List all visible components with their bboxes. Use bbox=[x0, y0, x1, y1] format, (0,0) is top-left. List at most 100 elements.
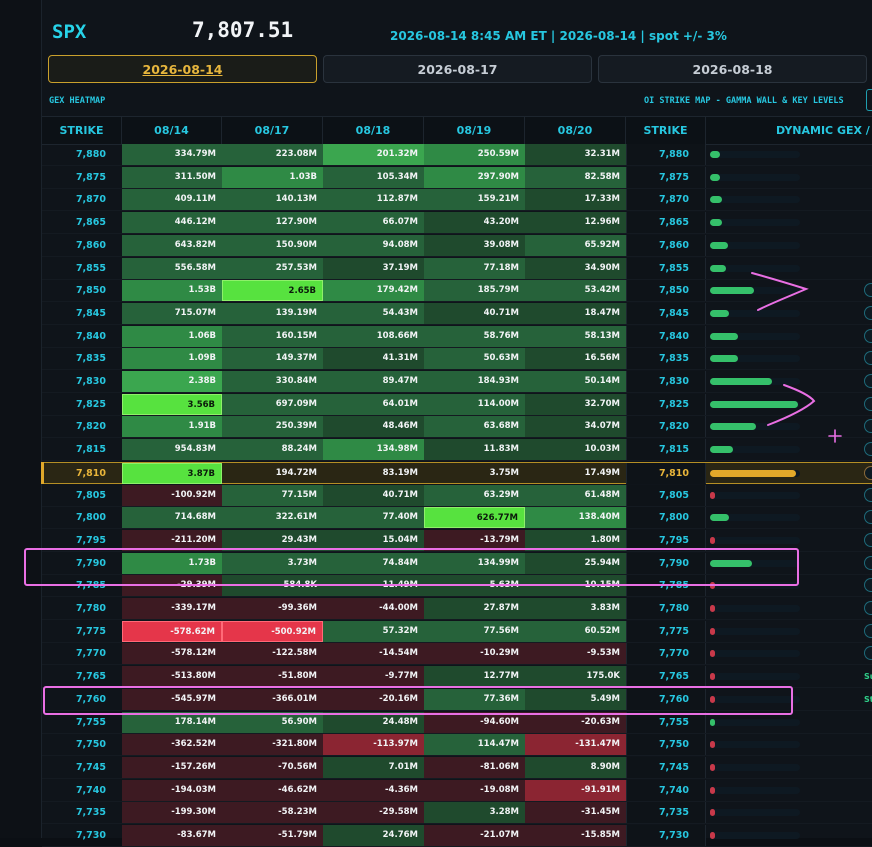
gex-cell[interactable]: 134.99M bbox=[424, 552, 525, 574]
gex-cell[interactable]: 139.19M bbox=[222, 302, 323, 324]
gex-cell[interactable]: -211.20M bbox=[122, 529, 222, 551]
col-expiry-0818[interactable]: 08/18 bbox=[323, 117, 424, 144]
gex-cell[interactable]: 178.14M bbox=[122, 711, 222, 733]
gex-cell[interactable]: 2.65B bbox=[222, 280, 323, 302]
level-badge[interactable] bbox=[864, 442, 872, 457]
gex-cell[interactable]: 89.47M bbox=[323, 371, 424, 392]
col-expiry-0817[interactable]: 08/17 bbox=[222, 117, 323, 144]
gex-cell[interactable]: 40.71M bbox=[424, 302, 525, 324]
gex-cell[interactable]: -157.26M bbox=[122, 756, 222, 778]
gex-cell[interactable]: 297.90M bbox=[424, 166, 525, 188]
table-row[interactable]: 7,850 1.53B 2.65B 179.42M 185.79M 53.42M 7,850 bbox=[42, 280, 872, 303]
gex-cell[interactable]: 54.43M bbox=[323, 302, 424, 324]
col-dynamic-gex[interactable]: DYNAMIC GEX / ST bbox=[706, 117, 872, 144]
table-row[interactable]: 7,785 -29.39M 584.8K 11.49M 5.63M 10.15M 7,785 bbox=[42, 575, 872, 598]
gex-cell[interactable]: 114.00M bbox=[424, 393, 525, 415]
gex-cell[interactable]: -15.85M bbox=[525, 825, 626, 846]
gex-cell[interactable]: 3.87B bbox=[122, 462, 222, 484]
gex-cell[interactable]: 41.31M bbox=[323, 348, 424, 370]
table-row[interactable]: 7,865 446.12M 127.90M 66.07M 43.20M 12.96M 7,8… bbox=[42, 212, 872, 235]
gex-cell[interactable]: 40.71M bbox=[323, 484, 424, 506]
table-row[interactable]: 7,790 1.73B 3.73M 74.84M 134.99M 25.94M 7,790 bbox=[42, 552, 872, 575]
gex-cell[interactable]: -99.36M bbox=[222, 598, 323, 619]
gex-cell[interactable]: -31.45M bbox=[525, 802, 626, 824]
gex-cell[interactable]: 626.77M bbox=[424, 507, 525, 529]
gex-cell[interactable]: -339.17M bbox=[122, 598, 222, 619]
gex-cell[interactable]: 556.58M bbox=[122, 257, 222, 279]
table-row[interactable]: 7,800 714.68M 322.61M 77.40M 626.77M 138.40M 7… bbox=[42, 507, 872, 530]
gex-cell[interactable]: 57.32M bbox=[323, 620, 424, 642]
gex-cell[interactable]: -131.47M bbox=[525, 734, 626, 756]
level-badge[interactable] bbox=[864, 578, 872, 593]
table-row[interactable]: 7,795 -211.20M 29.43M 15.04M -13.79M 1.80M 7,7… bbox=[42, 529, 872, 552]
gex-cell[interactable]: 150.90M bbox=[222, 234, 323, 256]
table-row[interactable]: 7,735 -199.30M -58.23M -29.58M 3.28M -31.45M 7… bbox=[42, 802, 872, 825]
gex-cell[interactable]: -578.12M bbox=[122, 643, 222, 665]
gex-cell[interactable]: 60.52M bbox=[525, 620, 626, 642]
col-expiry-0819[interactable]: 08/19 bbox=[424, 117, 525, 144]
gex-cell[interactable]: 5.49M bbox=[525, 688, 626, 710]
gex-cell[interactable]: -94.60M bbox=[424, 711, 525, 733]
gex-cell[interactable]: 66.07M bbox=[323, 212, 424, 234]
gex-cell[interactable]: 77.18M bbox=[424, 257, 525, 279]
gex-cell[interactable]: 17.49M bbox=[525, 463, 626, 484]
level-badge[interactable] bbox=[864, 601, 872, 615]
gex-cell[interactable]: 185.79M bbox=[424, 280, 525, 302]
gex-cell[interactable]: -113.97M bbox=[323, 734, 424, 756]
level-badge[interactable] bbox=[864, 510, 872, 525]
level-badge[interactable] bbox=[864, 374, 872, 388]
gex-cell[interactable]: 1.91B bbox=[122, 416, 222, 438]
gex-cell[interactable]: -9.53M bbox=[525, 643, 626, 665]
gex-cell[interactable]: 77.15M bbox=[222, 484, 323, 506]
gex-cell[interactable]: 160.15M bbox=[222, 325, 323, 347]
gex-cell[interactable]: 34.90M bbox=[525, 257, 626, 279]
table-row[interactable]: 7,860 643.82M 150.90M 94.08M 39.08M 65.92M 7,8… bbox=[42, 234, 872, 257]
gex-cell[interactable]: 50.63M bbox=[424, 348, 525, 370]
gex-cell[interactable]: 83.19M bbox=[323, 463, 424, 484]
level-badge[interactable] bbox=[864, 487, 872, 502]
gex-cell[interactable]: -21.07M bbox=[424, 825, 525, 846]
gex-cell[interactable]: 63.29M bbox=[424, 484, 525, 506]
table-row[interactable]: 7,845 715.07M 139.19M 54.43M 40.71M 18.47M 7,8… bbox=[42, 302, 872, 325]
gex-cell[interactable]: -20.16M bbox=[323, 688, 424, 710]
gex-cell[interactable]: -81.06M bbox=[424, 756, 525, 778]
col-expiry-0820[interactable]: 08/20 bbox=[525, 117, 626, 144]
gex-cell[interactable]: 74.84M bbox=[323, 552, 424, 574]
gex-cell[interactable]: 1.73B bbox=[122, 552, 222, 574]
gex-cell[interactable]: 201.32M bbox=[323, 144, 424, 165]
gex-cell[interactable]: 3.56B bbox=[122, 393, 222, 415]
gex-cell[interactable]: -83.67M bbox=[122, 825, 222, 846]
gex-cell[interactable]: 77.36M bbox=[424, 688, 525, 710]
table-row[interactable]: 7,880 334.79M 223.08M 201.32M 250.59M 32.31M 7… bbox=[42, 144, 872, 166]
gex-cell[interactable]: 63.68M bbox=[424, 416, 525, 438]
table-row[interactable]: 7,745 -157.26M -70.56M 7.01M -81.06M 8.90M 7,7… bbox=[42, 756, 872, 779]
gex-cell[interactable]: 37.19M bbox=[323, 257, 424, 279]
table-row[interactable]: 7,820 1.91B 250.39M 48.46M 63.68M 34.07M 7,820 bbox=[42, 416, 872, 439]
table-row[interactable]: 7,740 -194.03M -46.62M -4.36M -19.08M -91.91M… bbox=[42, 779, 872, 802]
gex-cell[interactable]: 3.28M bbox=[424, 802, 525, 824]
gex-cell[interactable]: 77.40M bbox=[323, 507, 424, 529]
gex-cell[interactable]: 5.63M bbox=[424, 575, 525, 597]
gex-cell[interactable]: -366.01M bbox=[222, 688, 323, 710]
gex-cell[interactable]: -58.23M bbox=[222, 802, 323, 824]
table-row[interactable]: 7,775 -578.62M -500.92M 57.32M 77.56M 60.52M 7… bbox=[42, 620, 872, 643]
gex-cell[interactable]: 1.09B bbox=[122, 348, 222, 370]
gex-cell[interactable]: 446.12M bbox=[122, 212, 222, 234]
table-row[interactable]: 7,815 954.83M 88.24M 134.98M 11.83M 10.03M 7,8… bbox=[42, 439, 872, 462]
level-badge[interactable] bbox=[864, 555, 872, 570]
gex-cell[interactable]: 32.31M bbox=[525, 144, 626, 165]
gex-cell[interactable]: 138.40M bbox=[525, 507, 626, 529]
gex-cell[interactable]: -4.36M bbox=[323, 779, 424, 801]
gex-cell[interactable]: 223.08M bbox=[222, 144, 323, 165]
gex-cell[interactable]: 58.76M bbox=[424, 325, 525, 347]
gex-cell[interactable]: 10.15M bbox=[525, 575, 626, 597]
gex-cell[interactable]: 32.70M bbox=[525, 393, 626, 415]
gex-cell[interactable]: 29.43M bbox=[222, 529, 323, 551]
gex-cell[interactable]: -194.03M bbox=[122, 779, 222, 801]
gex-cell[interactable]: 175.0K bbox=[525, 666, 626, 688]
table-row[interactable]: 7,765 -513.80M -51.80M -9.77M 12.77M 175.0K 7,… bbox=[42, 666, 872, 689]
level-badge[interactable] bbox=[864, 646, 872, 661]
gex-cell[interactable]: 127.90M bbox=[222, 212, 323, 234]
gex-cell[interactable]: 17.33M bbox=[525, 189, 626, 211]
gex-cell[interactable]: 409.11M bbox=[122, 189, 222, 211]
